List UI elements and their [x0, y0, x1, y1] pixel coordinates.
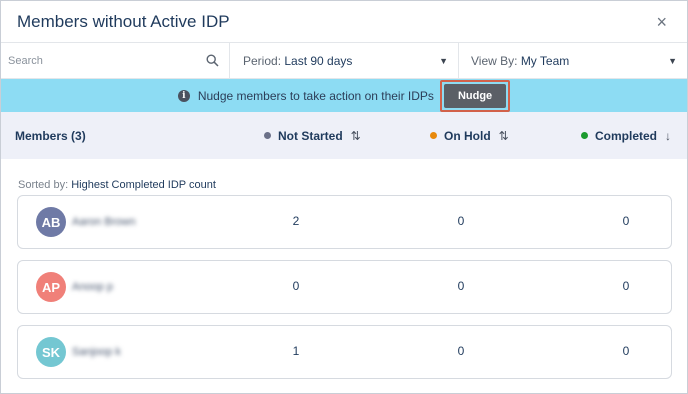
- on-hold-label: On Hold: [444, 128, 491, 143]
- completed-label: Completed: [595, 128, 658, 143]
- dialog-title: Members without Active IDP: [17, 11, 230, 31]
- not-started-count: 1: [292, 344, 300, 358]
- dialog-header: Members without Active IDP ×: [1, 1, 687, 43]
- search-icon: [206, 54, 219, 67]
- member-name: Sanjoop k: [72, 346, 121, 358]
- close-icon[interactable]: ×: [656, 13, 667, 31]
- completed-count: 0: [622, 279, 630, 293]
- search-input[interactable]: Search: [1, 43, 230, 78]
- completed-count: 0: [622, 214, 630, 228]
- caret-down-icon: ▼: [668, 55, 677, 66]
- info-icon: i: [177, 89, 190, 102]
- avatar: SK: [36, 337, 66, 367]
- completed-count: 0: [622, 344, 630, 358]
- members-column-header: Members (3): [15, 128, 86, 143]
- nudge-highlight: Nudge: [439, 79, 511, 112]
- completed-dot: [581, 132, 588, 139]
- on-hold-count: 0: [457, 214, 465, 228]
- period-value: Last 90 days: [284, 53, 353, 68]
- sort-down-icon[interactable]: ↓: [665, 129, 671, 143]
- member-name: Aaron Brown: [72, 216, 136, 228]
- column-header: Members (3) Not Started ⇅ On Hold ⇅ Comp…: [1, 112, 687, 159]
- viewby-label: View By:: [471, 53, 521, 68]
- avatar: AP: [36, 272, 66, 302]
- banner-message: Nudge members to take action on their ID…: [197, 88, 434, 103]
- sorted-by-text: Sorted by: Highest Completed IDP count: [1, 159, 687, 194]
- not-started-dot: [264, 132, 271, 139]
- member-row[interactable]: AP Anoop p 0 0 0: [17, 260, 672, 314]
- sorted-by-label: Sorted by:: [18, 179, 72, 191]
- members-dialog: Members without Active IDP × Search Peri…: [0, 0, 688, 394]
- viewby-dropdown[interactable]: View By: My Team ▼: [459, 43, 687, 78]
- nudge-banner: i Nudge members to take action on their …: [1, 79, 687, 112]
- not-started-count: 2: [292, 214, 300, 228]
- period-label: Period:: [243, 53, 285, 68]
- not-started-label: Not Started: [278, 128, 343, 143]
- not-started-count: 0: [292, 279, 300, 293]
- not-started-column-header[interactable]: Not Started ⇅: [247, 129, 415, 143]
- on-hold-column-header[interactable]: On Hold ⇅: [415, 129, 567, 143]
- caret-down-icon: ▼: [439, 55, 448, 66]
- completed-column-header[interactable]: Completed ↓: [567, 129, 687, 143]
- on-hold-count: 0: [457, 279, 465, 293]
- filter-bar: Search Period: Last 90 days ▼ View By: M…: [1, 43, 687, 79]
- on-hold-count: 0: [457, 344, 465, 358]
- member-name: Anoop p: [72, 281, 113, 293]
- member-row[interactable]: AB Aaron Brown 2 0 0: [17, 195, 672, 249]
- sorted-by-value: Highest Completed IDP count: [71, 179, 216, 191]
- avatar: AB: [36, 207, 66, 237]
- nudge-button[interactable]: Nudge: [443, 83, 507, 108]
- sort-icon[interactable]: ⇅: [351, 129, 361, 143]
- sort-icon[interactable]: ⇅: [499, 129, 509, 143]
- on-hold-dot: [430, 132, 437, 139]
- search-placeholder: Search: [8, 54, 43, 67]
- viewby-value: My Team: [520, 53, 570, 68]
- member-row[interactable]: SK Sanjoop k 1 0 0: [17, 325, 672, 379]
- period-dropdown[interactable]: Period: Last 90 days ▼: [230, 43, 459, 78]
